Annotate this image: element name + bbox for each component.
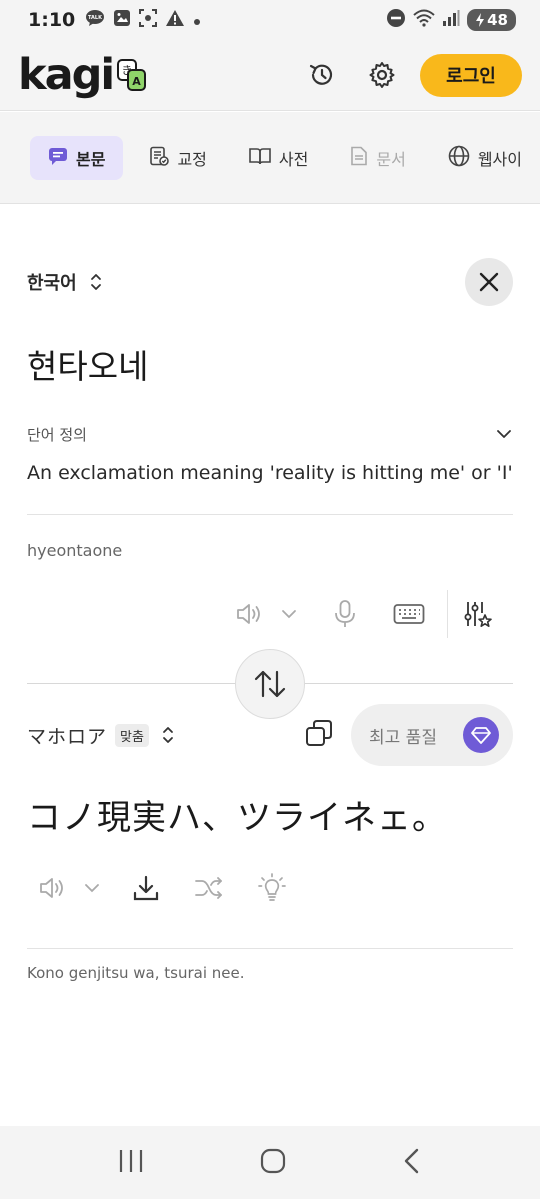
target-language-selector[interactable]: マホロア <box>27 722 107 749</box>
tab-label: 웹사이 <box>477 149 522 169</box>
quality-selector[interactable]: 최고 품질 <box>351 704 513 766</box>
translate-logo-icon: き A <box>117 58 147 92</box>
voice-chevron-down-icon[interactable] <box>281 609 297 619</box>
document-icon <box>350 146 368 170</box>
lightbulb-icon[interactable] <box>258 873 286 903</box>
wifi-icon <box>413 9 435 31</box>
source-toolbar <box>235 588 513 640</box>
signal-icon <box>442 9 460 31</box>
svg-text:TALK: TALK <box>88 15 103 21</box>
mode-tabs: 본문 교정 사전 문서 웹사이 <box>0 112 540 204</box>
logo-text: kagi <box>18 49 115 100</box>
target-toolbar <box>38 868 286 908</box>
source-text-input[interactable]: 현타오네 <box>27 340 148 388</box>
charging-icon <box>476 13 485 27</box>
home-icon[interactable] <box>259 1147 287 1179</box>
back-icon[interactable] <box>401 1147 423 1179</box>
app-header: kagi き A 로그인 <box>0 40 540 111</box>
chevron-down-icon[interactable] <box>495 425 513 444</box>
close-icon <box>479 272 499 292</box>
swap-arrows-icon <box>254 670 286 698</box>
divider <box>27 948 513 949</box>
definition-header[interactable]: 단어 정의 <box>27 424 513 445</box>
tab-label: 문서 <box>376 149 406 169</box>
tab-website[interactable]: 웹사이 <box>432 136 538 180</box>
battery-indicator: 48 <box>467 9 516 31</box>
gallery-notification-icon <box>113 9 131 31</box>
source-romanization: hyeontaone <box>27 541 123 560</box>
copy-icon[interactable] <box>305 719 333 751</box>
translated-text: コノ現実ハ、ツライネェ。 <box>27 798 447 838</box>
tab-dictionary[interactable]: 사전 <box>233 136 324 180</box>
shuffle-icon[interactable] <box>194 875 224 901</box>
tab-text[interactable]: 본문 <box>30 135 124 180</box>
tab-document[interactable]: 문서 <box>334 136 421 180</box>
dot-icon <box>193 11 201 30</box>
tab-proofread[interactable]: 교정 <box>133 136 222 180</box>
svg-text:A: A <box>132 75 141 88</box>
kagi-logo[interactable]: kagi き A <box>18 49 147 100</box>
history-icon[interactable] <box>302 55 342 95</box>
divider <box>27 514 513 515</box>
proofread-icon <box>149 146 170 170</box>
clear-button[interactable] <box>465 258 513 306</box>
tab-label: 본문 <box>76 149 106 169</box>
target-romanization: Kono genjitsu wa, tsurai nee. <box>27 964 245 982</box>
status-time: 1:10 <box>28 9 76 31</box>
toolbar-separator <box>447 590 448 638</box>
talk-notification-icon: TALK <box>85 9 105 31</box>
definition-text: An exclamation meaning 'reality is hitti… <box>27 462 513 484</box>
do-not-disturb-icon <box>386 8 406 32</box>
book-icon <box>249 146 271 170</box>
tab-label: 사전 <box>278 149 309 169</box>
sort-updown-icon[interactable] <box>89 272 103 292</box>
source-language-row: 한국어 <box>27 258 513 306</box>
target-voice-chevron-down-icon[interactable] <box>84 883 100 893</box>
gear-icon[interactable] <box>362 55 402 95</box>
download-icon[interactable] <box>132 874 160 902</box>
target-language-row: マホロア 맞춤 최고 품질 <box>27 704 513 766</box>
tune-settings-icon[interactable] <box>462 599 492 629</box>
warning-icon <box>165 9 185 31</box>
microphone-icon[interactable] <box>333 599 357 629</box>
gem-icon <box>463 717 499 753</box>
globe-icon <box>448 145 470 171</box>
battery-level: 48 <box>487 11 508 29</box>
text-bubble-icon <box>48 146 68 170</box>
target-sort-updown-icon[interactable] <box>161 725 175 745</box>
screenshot-notification-icon <box>139 9 158 31</box>
source-language-selector[interactable]: 한국어 <box>27 269 77 295</box>
recent-apps-icon[interactable] <box>117 1148 145 1178</box>
definition-title: 단어 정의 <box>27 426 87 444</box>
custom-badge: 맞춤 <box>115 723 149 747</box>
quality-label: 최고 품질 <box>369 727 437 748</box>
status-bar: 1:10 TALK 48 <box>0 0 540 40</box>
keyboard-icon[interactable] <box>393 603 425 625</box>
tab-label: 교정 <box>177 149 207 169</box>
login-button[interactable]: 로그인 <box>420 53 522 97</box>
system-nav-bar <box>0 1126 540 1199</box>
target-speaker-icon[interactable] <box>38 875 66 901</box>
speaker-icon[interactable] <box>235 601 263 627</box>
